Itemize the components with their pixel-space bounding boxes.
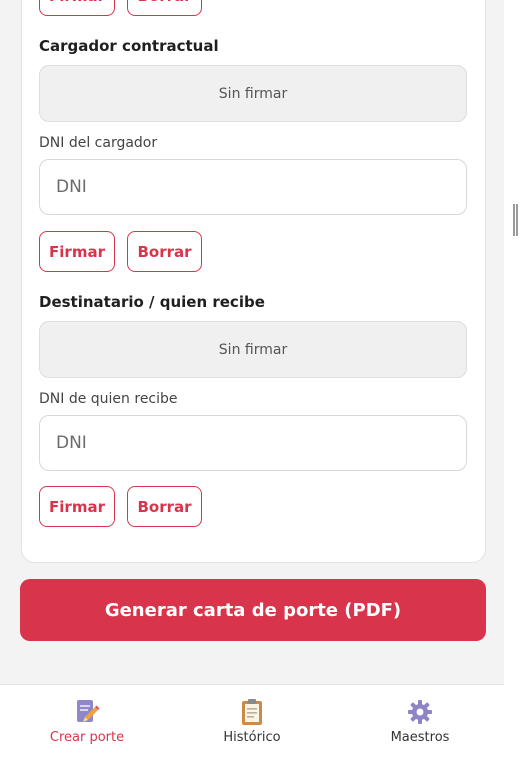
generate-pdf-button[interactable]: Generar carta de porte (PDF): [20, 579, 486, 641]
nav-label-history: Histórico: [223, 730, 281, 745]
scrollbar-track: [504, 0, 520, 763]
bottom-navigation: Crear porte Histórico Maestros: [0, 684, 504, 763]
shipper-dni-label: DNI del cargador: [39, 135, 158, 151]
nav-item-create[interactable]: Crear porte: [3, 685, 171, 763]
gear-icon: [408, 700, 432, 724]
shipper-signature-status: Sin firmar: [218, 85, 288, 102]
recipient-dni-input[interactable]: [39, 415, 467, 471]
shipper-dni-input[interactable]: [39, 159, 467, 215]
recipient-signature-title: Destinatario / quien recibe: [39, 293, 265, 311]
nav-label-create: Crear porte: [49, 730, 125, 745]
recipient-signature-status: Sin firmar: [218, 341, 288, 358]
previous-sign-button[interactable]: Firmar: [39, 0, 115, 16]
previous-clear-button[interactable]: Borrar: [127, 0, 202, 16]
pencil-document-icon: [77, 700, 100, 722]
recipient-clear-button[interactable]: Borrar: [127, 486, 202, 527]
shipper-clear-button[interactable]: Borrar: [127, 231, 202, 272]
shipper-signature-pad[interactable]: Sin firmar: [39, 65, 467, 122]
nav-label-masters: Maestros: [390, 730, 450, 745]
recipient-signature-pad[interactable]: Sin firmar: [39, 321, 467, 378]
recipient-sign-button[interactable]: Firmar: [39, 486, 115, 527]
nav-item-history[interactable]: Histórico: [168, 685, 336, 763]
recipient-dni-label: DNI de quien recibe: [39, 391, 178, 407]
clipboard-icon: [242, 699, 262, 725]
nav-item-masters[interactable]: Maestros: [336, 685, 504, 763]
app-viewport: Firmar Borrar Cargador contractual Sin f…: [0, 0, 504, 763]
shipper-sign-button[interactable]: Firmar: [39, 231, 115, 272]
scrollbar-handle[interactable]: [513, 204, 518, 236]
shipper-signature-title: Cargador contractual: [39, 37, 219, 55]
